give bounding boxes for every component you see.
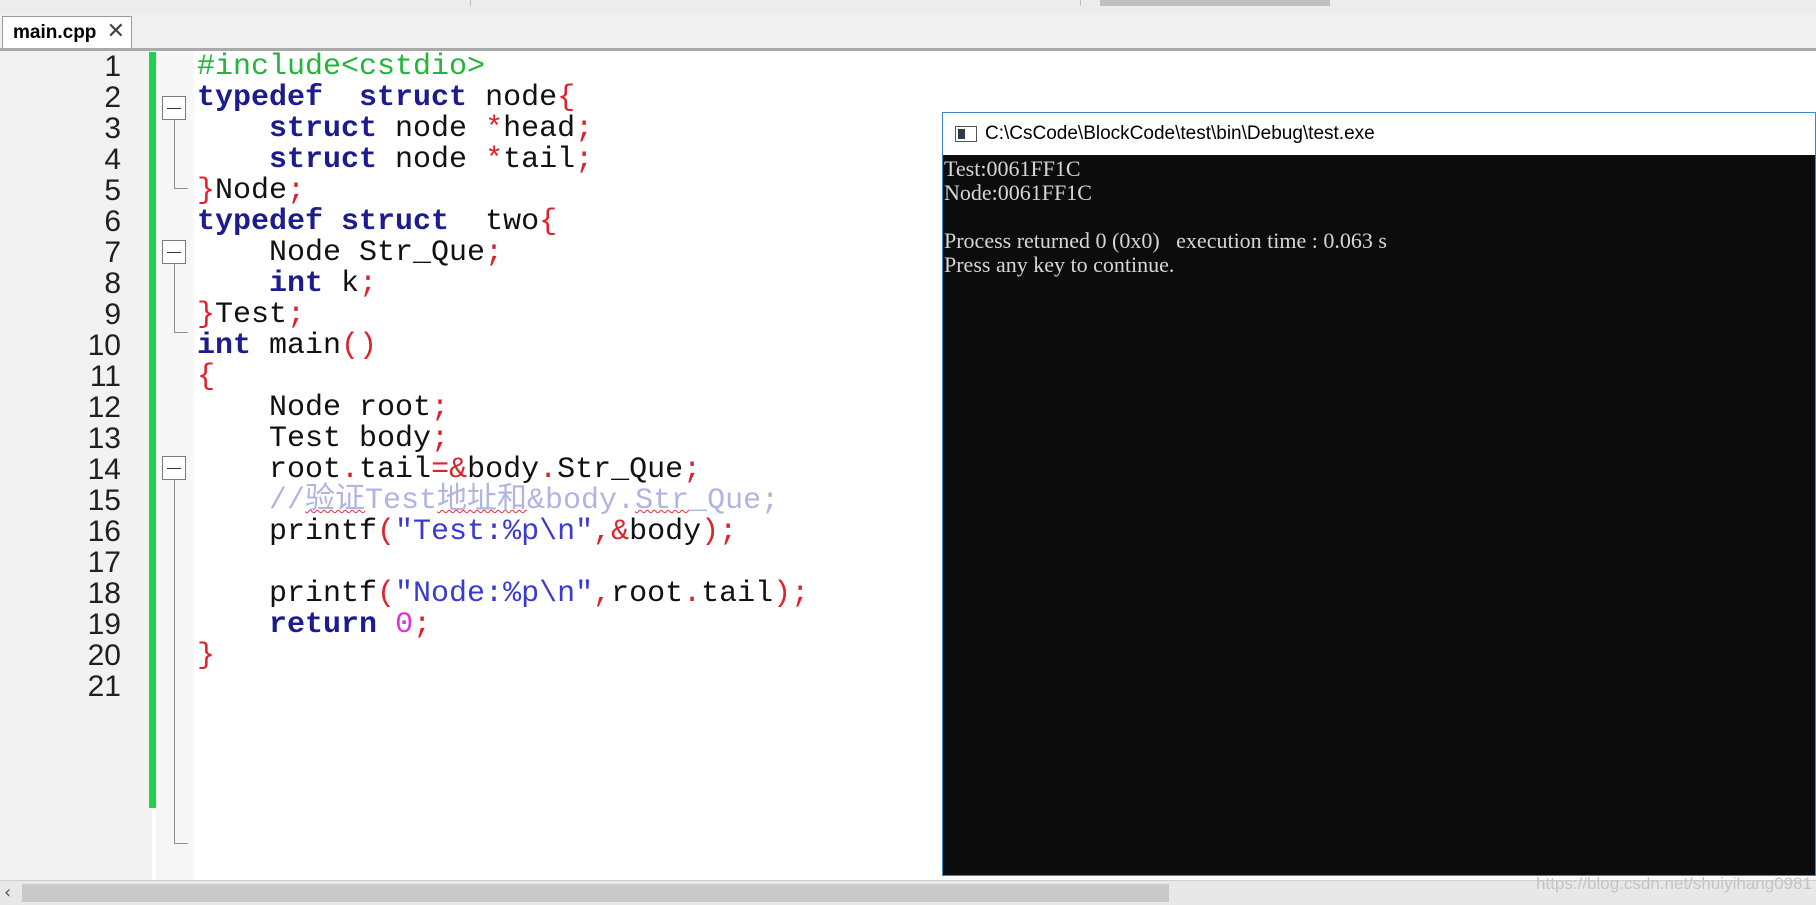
code-token: ; (683, 453, 702, 487)
code-token: // (197, 484, 306, 518)
code-token: ; (413, 608, 432, 642)
code-token: "Test:%p\n" (395, 515, 594, 549)
code-token: printf (197, 577, 378, 611)
code-token: two (449, 205, 540, 239)
code-token: ); (773, 577, 810, 611)
code-token: } (197, 174, 216, 208)
code-token: tail (503, 143, 576, 177)
console-output-line: Node:0061FF1C (944, 180, 1092, 205)
scroll-left-arrow-icon[interactable]: ‹ (4, 882, 11, 903)
code-token: . (341, 453, 360, 487)
code-token: ( (377, 515, 396, 549)
code-token: int (269, 267, 324, 301)
code-token: Str (635, 484, 690, 518)
code-token: ; (287, 174, 306, 208)
code-token: #include<cstdio> (197, 50, 486, 84)
code-token: head (503, 112, 576, 146)
console-titlebar[interactable]: C:\CsCode\BlockCode\test\bin\Debug\test.… (943, 113, 1815, 155)
code-token: printf (197, 515, 378, 549)
console-output-line: Process returned 0 (0x0) execution time … (944, 228, 1387, 253)
console-output-line: Press any key to continue. (944, 252, 1175, 277)
console-title: C:\CsCode\BlockCode\test\bin\Debug\test.… (985, 123, 1375, 144)
tab-main-cpp[interactable]: main.cpp ✕ (2, 16, 132, 48)
code-token: } (197, 298, 216, 332)
code-token: ,& (593, 515, 630, 549)
tab-label: main.cpp (13, 21, 97, 43)
code-token: Node root (197, 391, 432, 425)
code-token: root (197, 453, 342, 487)
code-token: ; (575, 112, 594, 146)
code-token: { (197, 360, 216, 394)
code-token: ; (485, 236, 504, 270)
code-token: typedef (197, 205, 324, 239)
window-top-strip (0, 0, 1816, 14)
code-token: "Node:%p\n" (395, 577, 594, 611)
code-token: 验证 (305, 484, 366, 518)
code-token: body (629, 515, 702, 549)
code-token: () (341, 329, 378, 363)
code-token: ; (359, 267, 378, 301)
code-token: ( (377, 577, 396, 611)
code-token: . (539, 453, 558, 487)
code-token: _Que; (689, 484, 780, 518)
code-token: Str_Que (557, 453, 684, 487)
line-number: 21 (87, 670, 121, 703)
code-token: return (269, 608, 378, 642)
code-token: Test (365, 484, 438, 518)
scrollbar-thumb[interactable] (22, 884, 1169, 902)
code-token: * (485, 112, 504, 146)
code-token: node (377, 112, 486, 146)
code-token: root (611, 577, 684, 611)
code-token: typedef (197, 81, 324, 115)
code-token: Test (215, 298, 288, 332)
code-token: * (485, 143, 504, 177)
code-token: ; (287, 298, 306, 332)
code-token: k (323, 267, 360, 301)
code-token: struct (269, 143, 378, 177)
code-token: 0 (395, 608, 414, 642)
code-token: ; (431, 422, 450, 456)
code-token: { (557, 81, 576, 115)
code-token: 地址和 (437, 484, 528, 518)
code-token: tail (701, 577, 774, 611)
code-token: Node Str_Que (197, 236, 486, 270)
code-token: Test body (197, 422, 432, 456)
console-output: Test:0061FF1C Node:0061FF1C Process return… (943, 155, 1815, 875)
code-token: tail (359, 453, 432, 487)
code-token: , (593, 577, 612, 611)
code-token: node (467, 81, 558, 115)
code-token: Node (215, 174, 288, 208)
watermark: https://blog.csdn.net/shuiyihang0981 (1536, 874, 1812, 893)
code-token: &body. (527, 484, 636, 518)
code-token: =& (431, 453, 468, 487)
console-app-icon (955, 126, 977, 142)
console-output-line: Test:0061FF1C (944, 156, 1081, 181)
code-token: int (197, 329, 252, 363)
console-window[interactable]: C:\CsCode\BlockCode\test\bin\Debug\test.… (942, 112, 1816, 876)
code-token: } (197, 639, 216, 673)
code-token: ; (575, 143, 594, 177)
code-token: struct (341, 205, 450, 239)
code-token: { (539, 205, 558, 239)
code-token: . (683, 577, 702, 611)
code-token: struct (359, 81, 468, 115)
code-token: node (377, 143, 486, 177)
code-token: main (251, 329, 342, 363)
code-token: struct (269, 112, 378, 146)
close-icon[interactable]: ✕ (107, 20, 125, 44)
code-token: ; (431, 391, 450, 425)
code-token: body (467, 453, 540, 487)
editor-tab-bar: main.cpp ✕ (0, 13, 1816, 51)
code-token: ); (701, 515, 738, 549)
